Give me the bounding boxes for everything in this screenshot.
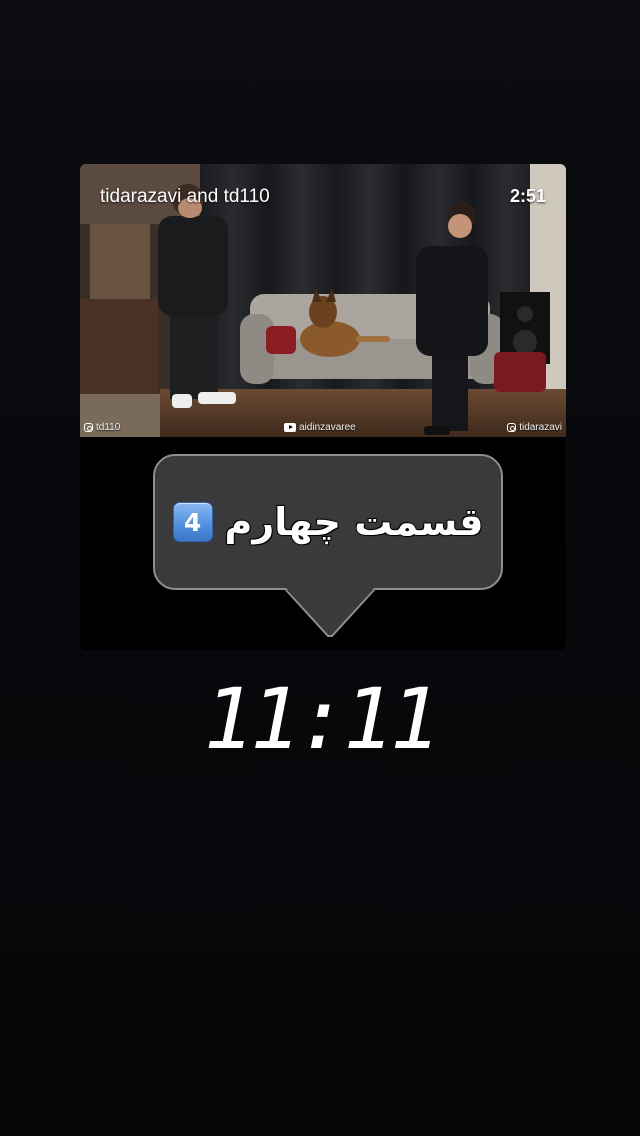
bubble-text: قسمت چهارم: [224, 499, 484, 545]
keycap-number: 4: [183, 507, 202, 537]
video-thumbnail[interactable]: tidarazavi and td110 2:51 td110 aidinzav…: [80, 164, 566, 437]
youtube-icon: [284, 423, 296, 432]
instagram-icon: [507, 423, 517, 432]
video-duration: 2:51: [509, 186, 546, 206]
watermark-right: tidarazavi: [507, 422, 562, 433]
time-text-sticker: 11:11: [203, 670, 441, 768]
instagram-icon: [84, 423, 93, 432]
watermark-left: td110: [84, 422, 120, 433]
watermark-center-label: aidinzavaree: [299, 422, 356, 433]
speech-bubble-sticker[interactable]: 4 قسمت چهارم: [153, 454, 503, 590]
watermark-left-label: td110: [96, 422, 121, 433]
watermark-center: aidinzavaree: [284, 422, 356, 433]
keycap-4-emoji: 4: [172, 502, 213, 542]
watermark-right-label: tidarazavi: [519, 422, 562, 433]
video-overlay-title: tidarazavi and td110: [100, 186, 270, 207]
speech-bubble-tail: [285, 588, 375, 637]
